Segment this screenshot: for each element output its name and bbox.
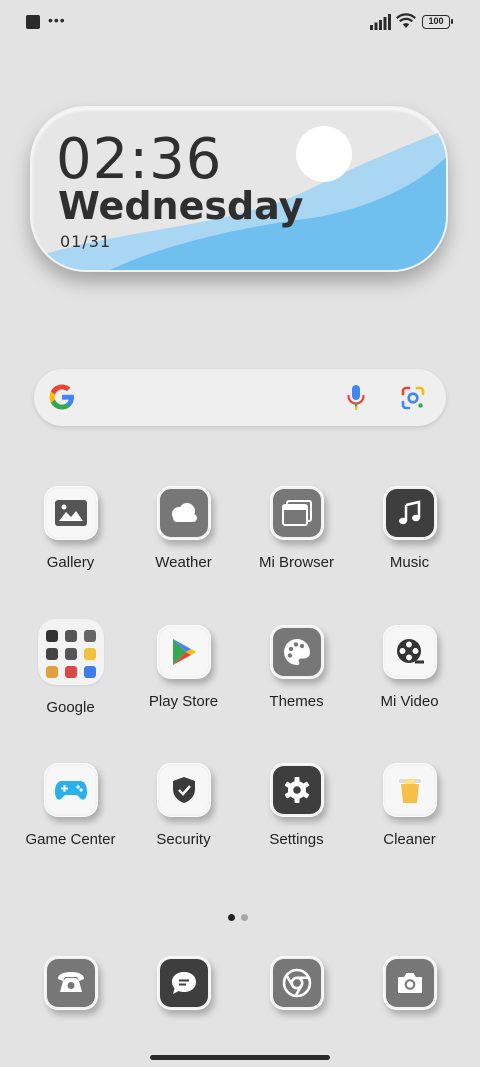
cellular-signal-icon (370, 14, 391, 30)
page-indicator (228, 908, 254, 926)
app-music[interactable]: Music (353, 486, 466, 571)
app-label: Cleaner (383, 831, 436, 848)
google-lens-icon[interactable] (400, 385, 426, 411)
palette-icon (269, 625, 324, 679)
app-security[interactable]: Security (127, 763, 240, 848)
home-indicator-bar[interactable] (150, 1055, 330, 1060)
chrome-icon (269, 956, 324, 1010)
google-folder-icon (37, 619, 104, 685)
mic-icon[interactable] (346, 384, 366, 412)
app-themes[interactable]: Themes (240, 625, 353, 710)
app-label: Play Store (148, 693, 219, 710)
app-label: Game Center (25, 831, 116, 848)
app-label: Settings (269, 831, 324, 848)
app-game-center[interactable]: Game Center (14, 763, 127, 848)
app-gallery[interactable]: Gallery (14, 486, 127, 571)
app-label: Weather (155, 554, 212, 571)
clock-date: 01/31 (60, 232, 112, 251)
film-reel-icon (382, 625, 437, 679)
app-label: Gallery (46, 554, 95, 571)
dock-camera[interactable] (353, 956, 466, 1010)
app-label: Google (46, 699, 95, 716)
more-notifications-icon: ••• (48, 12, 66, 28)
camera-icon (382, 956, 437, 1010)
play-store-icon (156, 625, 211, 679)
google-search-bar[interactable] (34, 369, 446, 426)
app-cleaner[interactable]: Cleaner (353, 763, 466, 848)
app-label: Music (389, 554, 430, 571)
weather-icon (156, 486, 211, 540)
app-label: Mi Video (380, 693, 439, 710)
shield-check-icon (156, 763, 211, 817)
app-mi-video[interactable]: Mi Video (353, 625, 466, 710)
dock-phone[interactable] (14, 956, 127, 1010)
phone-icon (43, 956, 98, 1010)
gallery-icon (43, 486, 98, 540)
battery-indicator: 100 (422, 15, 453, 29)
app-settings[interactable]: Settings (240, 763, 353, 848)
gear-icon (269, 763, 324, 817)
app-google-folder[interactable]: Google (14, 619, 127, 716)
app-label: Mi Browser (258, 554, 334, 571)
app-label: Themes (269, 693, 324, 710)
page-dot (241, 914, 248, 921)
dock-chrome[interactable] (240, 956, 353, 1010)
page-dot-active (228, 914, 235, 921)
clock-widget[interactable]: 02:36 Wednesday 01/31 (30, 106, 448, 272)
status-bar: ••• 100 (0, 0, 480, 46)
clock-day: Wednesday (58, 184, 304, 228)
google-g-icon (49, 384, 74, 410)
messages-icon (156, 956, 211, 1010)
app-mi-browser[interactable]: Mi Browser (240, 486, 353, 571)
clock-time: 02:36 (56, 127, 223, 192)
app-play-store[interactable]: Play Store (127, 625, 240, 710)
browser-icon (269, 486, 324, 540)
app-label: Security (156, 831, 211, 848)
music-icon (382, 486, 437, 540)
app-weather[interactable]: Weather (127, 486, 240, 571)
trash-icon (382, 763, 437, 817)
dock-messages[interactable] (127, 956, 240, 1010)
sun-icon (296, 126, 352, 182)
gamepad-icon (43, 763, 98, 817)
wifi-icon (396, 13, 416, 28)
notification-square-icon (26, 15, 40, 29)
